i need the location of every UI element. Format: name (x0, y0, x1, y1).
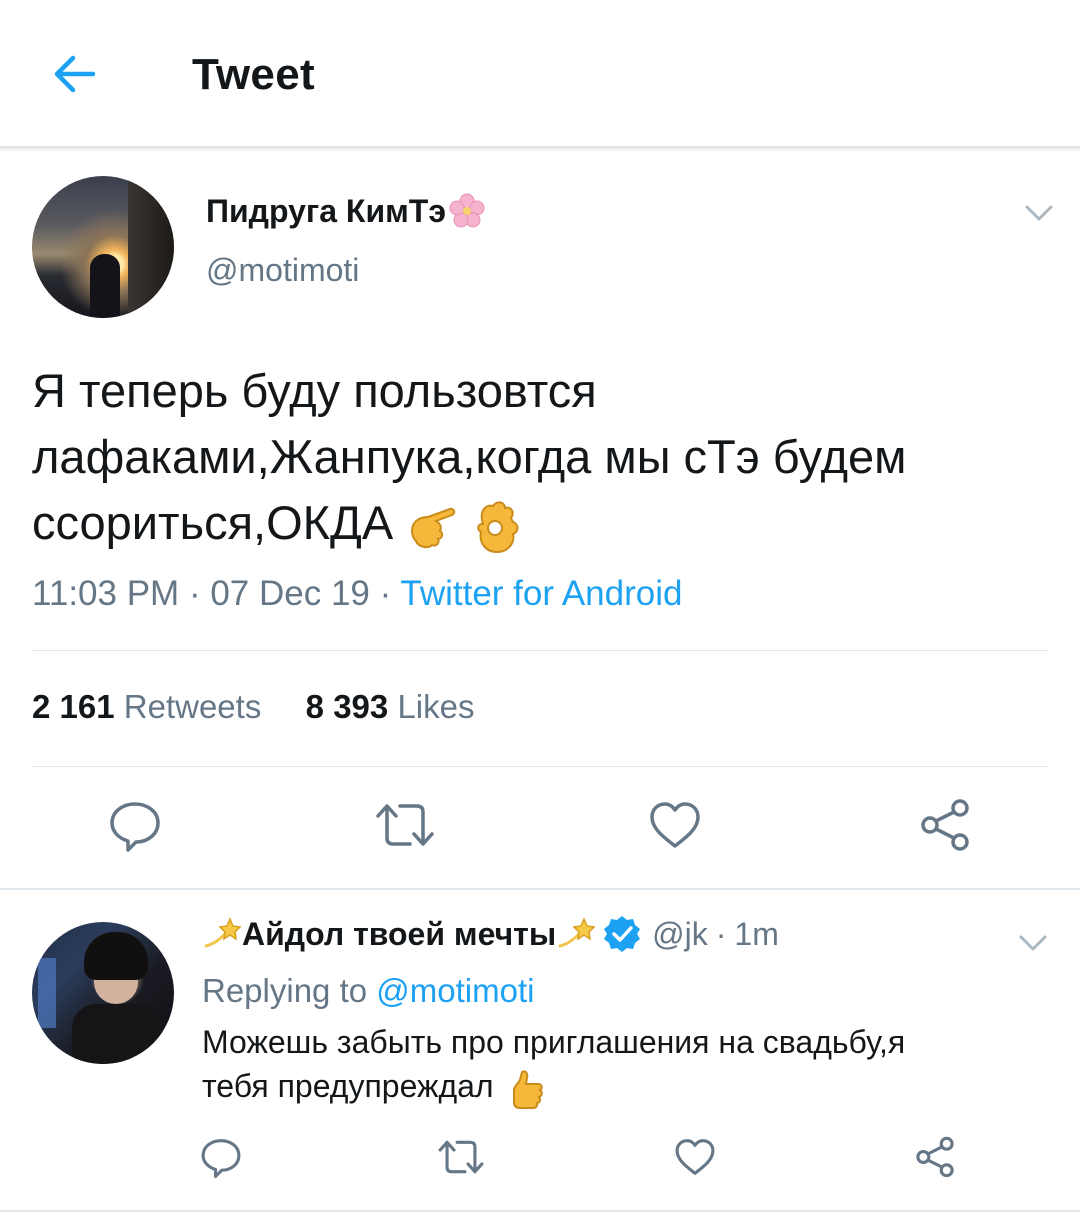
tweet-stats: 2 161 Retweets 8 393 Likes (32, 688, 474, 726)
tweet-source-link[interactable]: Twitter for Android (400, 574, 682, 613)
author-handle[interactable]: @motimoti (206, 252, 359, 289)
dizzy-star-icon (558, 917, 596, 948)
reply-icon (110, 802, 160, 852)
avatar-body-shape (72, 1004, 162, 1064)
retweets-label: Retweets (123, 688, 262, 725)
cherry-blossom-icon (449, 193, 485, 228)
like-icon (650, 802, 700, 848)
header-shadow (0, 146, 1080, 152)
retweet-icon (438, 1140, 484, 1174)
divider (0, 1210, 1080, 1212)
tweet-text-line-content: ссориться,ОКДА (32, 496, 394, 549)
reply-author-avatar[interactable] (32, 922, 174, 1064)
retweets-count: 2 161 (32, 688, 115, 725)
avatar-hair-shape (84, 932, 148, 980)
reply-text-line: тебя предупреждал (202, 1064, 1042, 1110)
tweet-text-line: Я теперь буду пользовтся (32, 364, 597, 417)
tweet-time: 11:03 PM (32, 574, 180, 613)
replying-prefix: Replying to (202, 972, 368, 1009)
likes-label: Likes (397, 688, 475, 725)
share-icon (916, 1136, 954, 1178)
reply-text: Можешь забыть про приглашения на свадьбу… (202, 1020, 1042, 1110)
reply-text-line: Можешь забыть про приглашения на свадьбу… (202, 1024, 906, 1060)
replying-mention-link[interactable]: @motimoti (376, 972, 534, 1009)
page-title: Tweet (192, 50, 315, 99)
top-bar: Tweet (0, 0, 1080, 148)
reply-handle[interactable]: @jk (652, 916, 708, 953)
like-button[interactable] (640, 790, 710, 860)
section-divider (0, 888, 1080, 890)
avatar-frame-shape (128, 176, 174, 318)
meta-separator: · (715, 915, 727, 952)
tweet-text-line: лафаками,Жанпука,когда мы сТэ будем (32, 430, 907, 483)
ok-hand-icon (477, 500, 519, 553)
chevron-down-icon[interactable] (1022, 198, 1056, 228)
share-icon (921, 799, 969, 851)
like-icon (675, 1139, 715, 1175)
meta-separator: · (188, 574, 201, 613)
likes-count: 8 393 (305, 688, 389, 725)
author-name-text: Пидруга КимТэ (206, 192, 447, 229)
reply-share-button[interactable] (900, 1122, 970, 1192)
divider (32, 766, 1048, 767)
meta-separator: · (379, 574, 392, 613)
reply-author-name[interactable]: Айдол твоей мечты (242, 916, 556, 953)
retweets-stat[interactable]: 2 161 Retweets (32, 688, 261, 725)
author-avatar[interactable] (32, 176, 174, 318)
tweet-meta: 11:03 PM · 07 Dec 19 · Twitter for Andro… (32, 574, 682, 614)
retweet-button[interactable] (370, 790, 440, 860)
reply-header: Айдол твоей мечты @jk · 1m (202, 914, 779, 954)
author-name[interactable]: Пидруга КимТэ (206, 192, 486, 230)
reply-like-button[interactable] (660, 1122, 730, 1192)
reply-reply-button[interactable] (186, 1122, 256, 1192)
reply-retweet-button[interactable] (426, 1122, 496, 1192)
retweet-icon (376, 804, 434, 846)
reply-time: 1m (734, 915, 779, 952)
tweet-date: 07 Dec 19 (210, 574, 370, 613)
thumbs-up-icon (513, 1070, 544, 1109)
likes-stat[interactable]: 8 393 Likes (306, 688, 475, 725)
replying-to: Replying to @motimoti (202, 972, 534, 1010)
chevron-down-icon[interactable] (1016, 928, 1050, 958)
reply-icon (201, 1139, 241, 1178)
divider (32, 650, 1048, 651)
pointing-hand-icon (411, 507, 456, 548)
avatar-light-shape (38, 958, 56, 1028)
verified-badge-icon (604, 916, 641, 952)
reply-text-line-content: тебя предупреждал (202, 1068, 494, 1104)
tweet-text-line: ссориться,ОКДА (32, 490, 1042, 556)
avatar-silhouette-shape (90, 254, 120, 318)
tweet-text: Я теперь буду пользовтся лафаками,Жанпук… (32, 358, 1042, 556)
dizzy-star-icon (204, 917, 242, 948)
arrow-left-icon (54, 55, 96, 93)
share-button[interactable] (910, 790, 980, 860)
back-button[interactable] (44, 46, 104, 102)
reply-button[interactable] (100, 790, 170, 860)
